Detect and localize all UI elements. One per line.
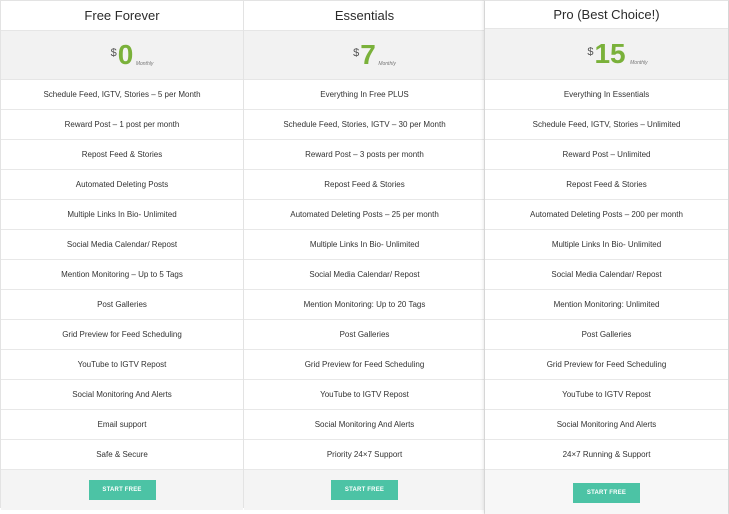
price-amount: 15 xyxy=(594,38,626,69)
feature-row: Automated Deleting Posts – 200 per month xyxy=(485,200,728,230)
feature-row: Automated Deleting Posts xyxy=(1,170,243,200)
feature-row: Repost Feed & Stories xyxy=(1,140,243,170)
feature-row: Social Media Calendar/ Repost xyxy=(1,230,243,260)
feature-row: Grid Preview for Feed Scheduling xyxy=(485,350,728,380)
plan-card-pro: Pro (Best Choice!) $ 15 Monthly Everythi… xyxy=(484,0,729,514)
start-free-button[interactable]: START FREE xyxy=(331,480,398,500)
feature-row: Multiple Links In Bio- Unlimited xyxy=(485,230,728,260)
feature-row: Mention Monitoring: Unlimited xyxy=(485,290,728,320)
feature-row: Repost Feed & Stories xyxy=(485,170,728,200)
feature-row: 24×7 Running & Support xyxy=(485,440,728,470)
price: $ 15 Monthly xyxy=(587,38,647,69)
feature-row: Priority 24×7 Support xyxy=(244,440,485,470)
price-amount: 0 xyxy=(117,39,134,70)
plan-card-essentials: Essentials $ 7 Monthly Everything In Fre… xyxy=(243,0,486,510)
price-period: Monthly xyxy=(630,60,648,66)
feature-row: YouTube to IGTV Repost xyxy=(1,350,243,380)
feature-row: YouTube to IGTV Repost xyxy=(485,380,728,410)
feature-row: Schedule Feed, IGTV, Stories – Unlimited xyxy=(485,110,728,140)
feature-row: Automated Deleting Posts – 25 per month xyxy=(244,200,485,230)
plan-footer: START FREE xyxy=(1,470,243,510)
feature-row: Grid Preview for Feed Scheduling xyxy=(244,350,485,380)
plan-footer: START FREE xyxy=(485,470,728,514)
price-band: $ 15 Monthly xyxy=(485,29,728,80)
feature-row: Post Galleries xyxy=(244,320,485,350)
plan-footer: START FREE xyxy=(244,470,485,510)
price: $ 7 Monthly xyxy=(353,39,396,70)
feature-row: Safe & Secure xyxy=(1,440,243,470)
feature-row: Mention Monitoring – Up to 5 Tags xyxy=(1,260,243,290)
plan-title: Free Forever xyxy=(1,1,243,31)
currency-symbol: $ xyxy=(353,47,360,59)
currency-symbol: $ xyxy=(110,47,117,59)
feature-row: Social Media Calendar/ Repost xyxy=(485,260,728,290)
feature-row: Social Monitoring And Alerts xyxy=(485,410,728,440)
price-amount: 7 xyxy=(360,39,376,70)
plan-card-free-forever: Free Forever $ 0 Monthly Schedule Feed, … xyxy=(0,0,244,510)
feature-row: Reward Post – Unlimited xyxy=(485,140,728,170)
feature-row: Multiple Links In Bio- Unlimited xyxy=(244,230,485,260)
price-band: $ 7 Monthly xyxy=(244,31,485,80)
price-period: Monthly xyxy=(135,61,154,67)
feature-row: Repost Feed & Stories xyxy=(244,170,485,200)
feature-row: Everything In Free PLUS xyxy=(244,80,485,110)
feature-row: YouTube to IGTV Repost xyxy=(244,380,485,410)
feature-row: Mention Monitoring: Up to 20 Tags xyxy=(244,290,485,320)
feature-row: Social Media Calendar/ Repost xyxy=(244,260,485,290)
feature-row: Grid Preview for Feed Scheduling xyxy=(1,320,243,350)
feature-row: Schedule Feed, Stories, IGTV – 30 per Mo… xyxy=(244,110,485,140)
plan-title: Essentials xyxy=(244,1,485,31)
feature-row: Social Monitoring And Alerts xyxy=(1,380,243,410)
currency-symbol: $ xyxy=(587,46,594,58)
feature-row: Schedule Feed, IGTV, Stories – 5 per Mon… xyxy=(1,80,243,110)
feature-row: Reward Post – 1 post per month xyxy=(1,110,243,140)
price-band: $ 0 Monthly xyxy=(1,31,243,80)
feature-row: Social Monitoring And Alerts xyxy=(244,410,485,440)
feature-row: Multiple Links In Bio- Unlimited xyxy=(1,200,243,230)
price: $ 0 Monthly xyxy=(110,39,154,70)
feature-row: Post Galleries xyxy=(485,320,728,350)
plan-title: Pro (Best Choice!) xyxy=(485,1,728,29)
start-free-button[interactable]: START FREE xyxy=(88,480,156,500)
feature-row: Email support xyxy=(1,410,243,440)
feature-row: Everything In Essentials xyxy=(485,80,728,110)
feature-row: Reward Post – 3 posts per month xyxy=(244,140,485,170)
price-period: Monthly xyxy=(378,61,396,67)
feature-row: Post Galleries xyxy=(1,290,243,320)
start-free-button[interactable]: START FREE xyxy=(573,483,640,503)
